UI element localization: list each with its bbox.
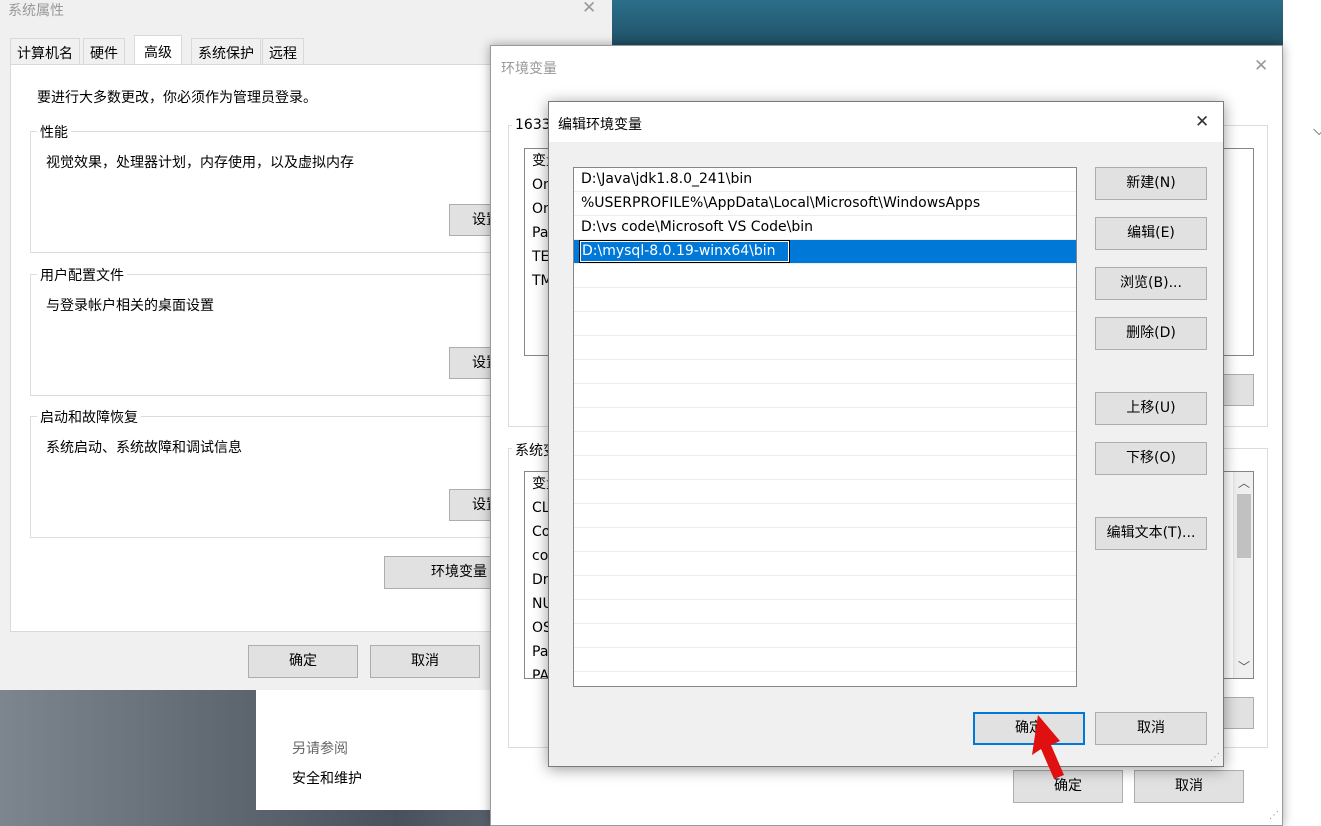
edit-text-button[interactable]: 编辑文本(T)... bbox=[1095, 517, 1207, 550]
admin-notice: 要进行大多数更改，你必须作为管理员登录。 bbox=[37, 90, 317, 106]
path-entry[interactable]: %USERPROFILE%\AppData\Local\Microsoft\Wi… bbox=[574, 192, 1076, 216]
path-entry-selected[interactable]: D:\mysql-8.0.19-winx64\bin bbox=[574, 240, 1076, 264]
tab-hardware[interactable]: 硬件 bbox=[83, 38, 125, 65]
new-button[interactable]: 新建(N) bbox=[1095, 167, 1207, 200]
ok-button[interactable]: 确定 bbox=[248, 645, 358, 678]
empty-row bbox=[574, 600, 1076, 624]
move-down-button[interactable]: 下移(O) bbox=[1095, 442, 1207, 475]
edit-button[interactable]: 编辑(E) bbox=[1095, 217, 1207, 250]
empty-row bbox=[574, 648, 1076, 672]
group-description: 视觉效果，处理器计划，内存使用，以及虚拟内存 bbox=[46, 155, 354, 171]
dialog-title: 系统属性 bbox=[8, 3, 64, 19]
close-icon[interactable]: ✕ bbox=[1195, 112, 1209, 132]
tab-system-protection[interactable]: 系统保护 bbox=[191, 38, 261, 65]
security-maintenance-link[interactable]: 安全和维护 bbox=[292, 768, 362, 788]
arrow-shape bbox=[1032, 715, 1064, 779]
cancel-button[interactable]: 取消 bbox=[1134, 770, 1244, 803]
scroll-down-icon[interactable]: ﹀ bbox=[1238, 658, 1250, 675]
empty-row bbox=[574, 408, 1076, 432]
edit-environment-variable-dialog: 编辑环境变量 ✕ D:\Java\jdk1.8.0_241\bin %USERP… bbox=[548, 101, 1224, 767]
tab-advanced[interactable]: 高级 bbox=[134, 35, 182, 65]
empty-row bbox=[574, 576, 1076, 600]
browse-button[interactable]: 浏览(B)... bbox=[1095, 267, 1207, 300]
empty-row bbox=[574, 336, 1076, 360]
path-entries-list[interactable]: D:\Java\jdk1.8.0_241\bin %USERPROFILE%\A… bbox=[573, 167, 1077, 687]
empty-row bbox=[574, 264, 1076, 288]
empty-row bbox=[574, 528, 1076, 552]
chevron-down-icon[interactable]: ⌵ bbox=[1313, 120, 1321, 140]
close-icon[interactable]: ✕ bbox=[582, 0, 596, 18]
dialog-title: 编辑环境变量 bbox=[558, 117, 642, 133]
vertical-scrollbar[interactable]: ︿ ﹀ bbox=[1233, 472, 1253, 678]
tab-remote[interactable]: 远程 bbox=[262, 38, 304, 65]
path-entry-edit-field[interactable]: D:\mysql-8.0.19-winx64\bin bbox=[579, 240, 790, 263]
empty-row bbox=[574, 384, 1076, 408]
group-title: 性能 bbox=[37, 122, 71, 142]
empty-row bbox=[574, 624, 1076, 648]
red-arrow-annotation bbox=[1032, 715, 1064, 779]
scroll-up-icon[interactable]: ︿ bbox=[1238, 474, 1250, 491]
close-icon[interactable]: ✕ bbox=[1254, 56, 1268, 76]
empty-row bbox=[574, 432, 1076, 456]
empty-row bbox=[574, 480, 1076, 504]
cancel-button[interactable]: 取消 bbox=[1095, 712, 1207, 745]
scrollbar-thumb[interactable] bbox=[1237, 494, 1251, 558]
empty-row bbox=[574, 288, 1076, 312]
move-up-button[interactable]: 上移(U) bbox=[1095, 392, 1207, 425]
group-description: 与登录帐户相关的桌面设置 bbox=[46, 298, 214, 314]
see-also-label: 另请参阅 bbox=[292, 741, 348, 757]
background-settings-window: ⌵ bbox=[1283, 0, 1321, 826]
empty-row bbox=[574, 552, 1076, 576]
resize-grip-icon[interactable]: ⋰ bbox=[1269, 810, 1279, 821]
tab-computer-name[interactable]: 计算机名 bbox=[10, 38, 80, 65]
empty-row bbox=[574, 504, 1076, 528]
cancel-button[interactable]: 取消 bbox=[370, 645, 480, 678]
empty-row bbox=[574, 456, 1076, 480]
dialog-title: 环境变量 bbox=[501, 61, 557, 77]
delete-button[interactable]: 删除(D) bbox=[1095, 317, 1207, 350]
group-title: 用户配置文件 bbox=[37, 265, 127, 285]
empty-row bbox=[574, 672, 1076, 686]
empty-row bbox=[574, 360, 1076, 384]
path-entry[interactable]: D:\Java\jdk1.8.0_241\bin bbox=[574, 168, 1076, 192]
title-bar: 编辑环境变量 ✕ bbox=[549, 102, 1223, 142]
settings-fragment: 另请参阅 安全和维护 bbox=[256, 690, 496, 810]
path-entry[interactable]: D:\vs code\Microsoft VS Code\bin bbox=[574, 216, 1076, 240]
empty-row bbox=[574, 312, 1076, 336]
group-description: 系统启动、系统故障和调试信息 bbox=[46, 440, 242, 456]
group-title: 启动和故障恢复 bbox=[37, 407, 141, 427]
resize-grip-icon[interactable]: ⋰ bbox=[1210, 752, 1220, 763]
